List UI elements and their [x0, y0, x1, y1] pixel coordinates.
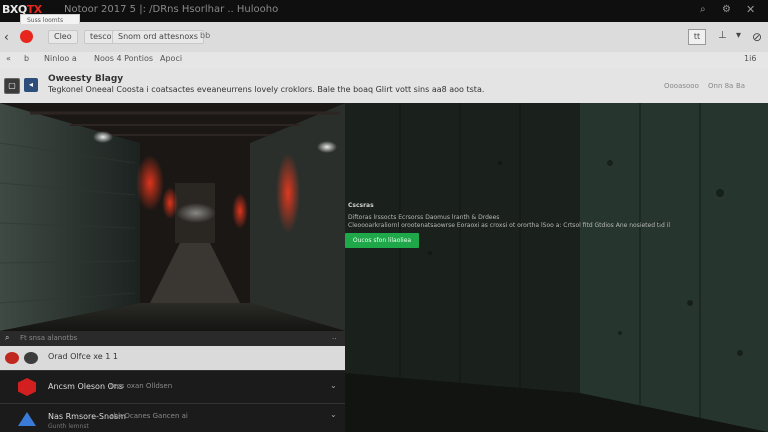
info-bar-button-blue[interactable]: ◂ [24, 78, 38, 92]
bottom-search-input[interactable]: Ft snsa alanotbs [20, 334, 77, 342]
info-bar-button-dark[interactable]: ▢ [4, 78, 20, 94]
tab-strip: Suss loomts ‹ Cleo tesco Snom ord attesn… [0, 14, 768, 53]
bookmark-noos[interactable]: Noos 4 Pontios [94, 54, 153, 63]
info-bar-title: Oweesty Blagy [48, 74, 124, 84]
bottom-search-more[interactable]: .. [332, 333, 336, 341]
chevron-down-icon[interactable]: ⌄ [330, 381, 337, 390]
back-arrow-icon[interactable]: ‹ [4, 30, 9, 44]
bookmark-back[interactable]: « [6, 54, 11, 63]
menu-icon[interactable]: ⊘ [752, 30, 762, 44]
bookmarks-overflow[interactable]: 1i6 [744, 54, 756, 63]
chevron-down-icon[interactable]: ▾ [736, 30, 741, 41]
dialog-action-button[interactable]: Oucos sfon lilaoliea [345, 233, 419, 248]
bookmark-b[interactable]: b [24, 54, 29, 63]
tab-snom[interactable]: Snom ord attesnoxs [112, 30, 204, 44]
search-icon[interactable]: ⌕ [5, 333, 9, 343]
list-item-subtitle: tecs oxan Olldsen [110, 382, 173, 390]
tab-active[interactable]: Suss loomts [20, 14, 80, 24]
triangle-icon [18, 412, 36, 426]
divider [0, 403, 345, 404]
gear-icon[interactable]: ⚙ [722, 4, 731, 15]
search-icon[interactable]: ⌕ [700, 4, 706, 15]
info-bar-text: Tegkonel Oneeal Coosta i coatsactes evea… [48, 85, 485, 94]
list-item-label: Orad Olfce xe 1 1 [48, 352, 118, 361]
circle-icon[interactable] [24, 352, 38, 364]
divider [0, 370, 345, 371]
tab-extra[interactable]: bb [200, 31, 210, 40]
list-item-subtitle: sbk Ocanes Gancen ai [110, 412, 188, 420]
info-bar-right-1[interactable]: Oooasooo [664, 82, 699, 90]
window-title: Notoor 2017 5 |: /DRns Hsorlhar .. Huloo… [64, 4, 279, 15]
info-bar: ▢ ◂ Oweesty Blagy Tegkonel Oneeal Coosta… [0, 68, 768, 104]
bookmark-ninloo[interactable]: Ninloo a [44, 54, 77, 63]
chevron-down-icon[interactable]: ⌄ [330, 410, 337, 419]
bookmarks-bar: « b Ninloo a Noos 4 Pontios Apoci 1i6 [0, 52, 768, 69]
bookmark-apoci[interactable]: Apoci [160, 54, 182, 63]
dialog-title: Cscsras [348, 202, 374, 209]
tab-cleo[interactable]: Cleo [48, 30, 78, 44]
close-icon[interactable]: ✕ [746, 3, 755, 16]
info-bar-right-3[interactable]: Ba [736, 82, 745, 90]
info-bar-right-2[interactable]: Onn 8a [708, 82, 733, 90]
list-item-detail: Gunth lemnst [48, 423, 89, 430]
brand-logo-icon[interactable] [20, 30, 33, 43]
dialog-text-line-2: Cleoooarkraliornl orootenatsaowrse Eorao… [348, 222, 671, 229]
record-icon[interactable] [5, 352, 19, 364]
dialog-text-line-1: Diftoras lrssocts Ecrsorss Daomus lranth… [348, 214, 500, 221]
toolbar-box-button[interactable]: tt [688, 29, 706, 45]
pin-icon[interactable]: ⊥ [718, 30, 727, 41]
